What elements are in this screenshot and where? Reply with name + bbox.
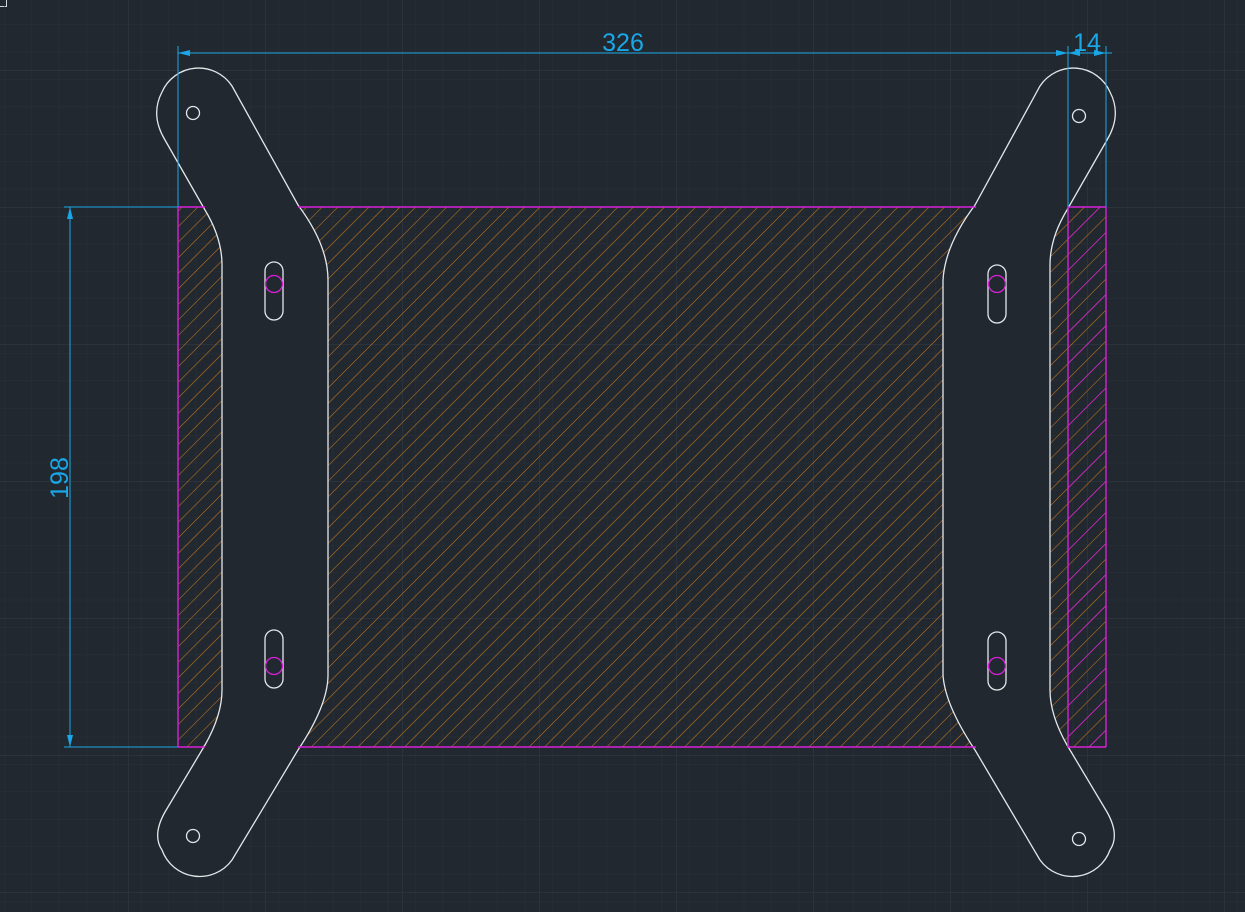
slot-left-bottom xyxy=(264,629,284,689)
dimension-width-label[interactable]: 326 xyxy=(602,29,644,57)
hole-top-right xyxy=(1071,108,1087,124)
slot-left-top xyxy=(264,261,284,321)
slot-right-top xyxy=(987,264,1007,324)
right-hatch-strip xyxy=(1068,207,1106,747)
hole-top-left xyxy=(185,105,201,121)
dimension-height-label[interactable]: 198 xyxy=(46,457,74,499)
cad-canvas[interactable]: 326 14 198 xyxy=(0,0,1245,912)
dimension-offset-label[interactable]: 14 xyxy=(1073,29,1101,57)
hole-bottom-right xyxy=(1071,831,1087,847)
hole-bottom-left xyxy=(185,828,201,844)
